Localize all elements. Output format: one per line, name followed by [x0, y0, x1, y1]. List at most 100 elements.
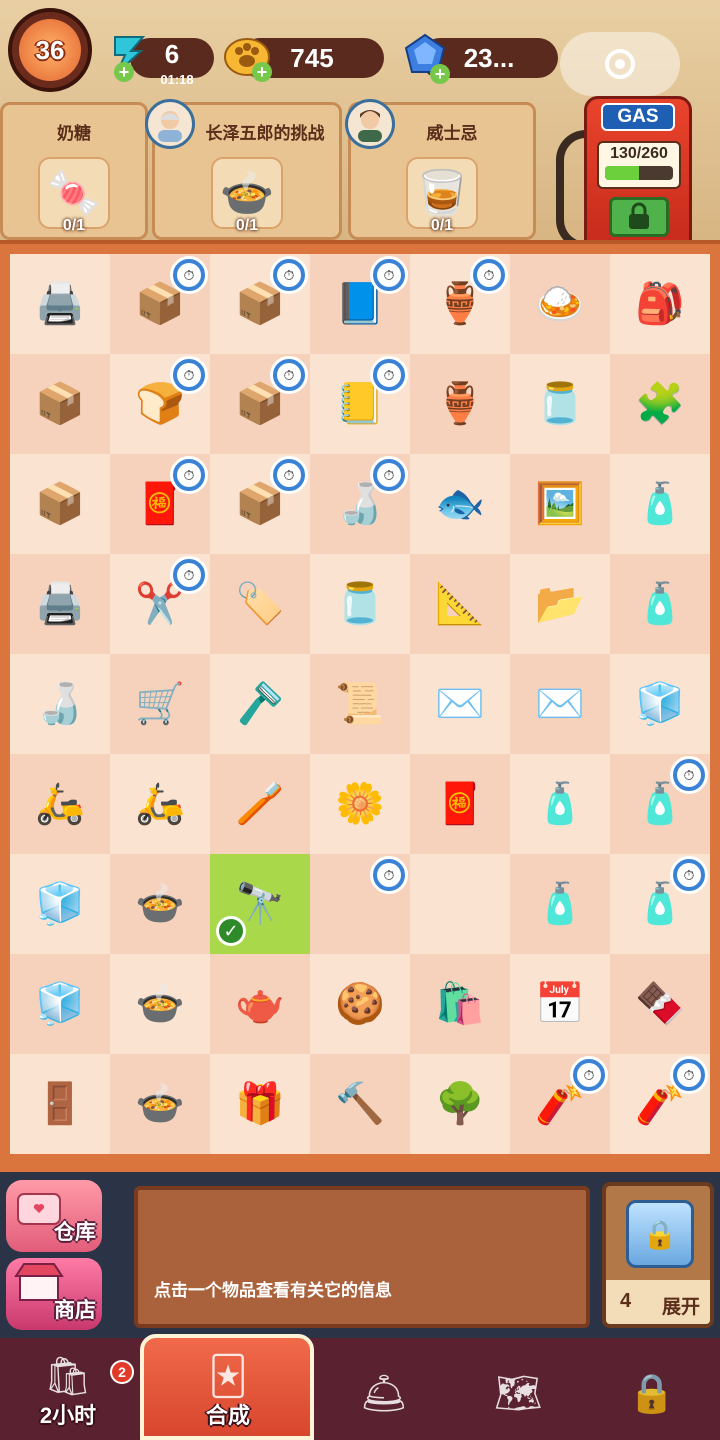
- board-cell[interactable]: 🧴: [610, 554, 710, 654]
- coins-plus-icon[interactable]: +: [252, 62, 272, 82]
- board-cell[interactable]: 🫙: [510, 354, 610, 454]
- board-cell[interactable]: 🧨 ⏱: [610, 1054, 710, 1154]
- board-cell[interactable]: 🪥: [210, 754, 310, 854]
- merge-item[interactable]: 🖼️: [522, 468, 598, 540]
- board-cell[interactable]: 🧩: [610, 354, 710, 454]
- merge-item[interactable]: 🛵: [122, 768, 198, 840]
- nav-tab-map[interactable]: 🗺: [458, 1348, 578, 1440]
- board-cell[interactable]: 📅: [510, 954, 610, 1054]
- menu-capsule[interactable]: [560, 32, 680, 96]
- board-cell[interactable]: 🍲: [110, 954, 210, 1054]
- board-cell[interactable]: 🔨: [310, 1054, 410, 1154]
- board-cell[interactable]: 🍶 ⏱: [310, 454, 410, 554]
- board-cell[interactable]: 📦 ⏱: [210, 254, 310, 354]
- gems-plus-icon[interactable]: +: [430, 64, 450, 84]
- board-cell[interactable]: 🧊: [10, 954, 110, 1054]
- board-cell[interactable]: 🚪: [10, 1054, 110, 1154]
- merge-item[interactable]: 🔨: [322, 1068, 398, 1140]
- board-cell[interactable]: ✉️: [510, 654, 610, 754]
- merge-item[interactable]: 🍪: [322, 968, 398, 1040]
- merge-item[interactable]: 📐: [422, 568, 498, 640]
- board-cell[interactable]: 🧊: [10, 854, 110, 954]
- board-cell[interactable]: 🏺 ⏱: [410, 254, 510, 354]
- board-cell[interactable]: ⏱: [310, 854, 410, 954]
- shop-button[interactable]: 商店: [6, 1258, 102, 1330]
- board-cell[interactable]: 🍞 ⏱: [110, 354, 210, 454]
- merge-item[interactable]: 🐟: [422, 468, 498, 540]
- board-cell[interactable]: 🏺: [410, 354, 510, 454]
- merge-item[interactable]: 🧴: [522, 868, 598, 940]
- board-cell[interactable]: 🎒: [610, 254, 710, 354]
- merge-item[interactable]: 🧴: [622, 468, 698, 540]
- merge-item[interactable]: 🍶: [22, 668, 98, 740]
- board-cell[interactable]: 🧴: [610, 454, 710, 554]
- merge-item[interactable]: 🛒: [122, 668, 198, 740]
- merge-item[interactable]: 🛵: [22, 768, 98, 840]
- gas-pump[interactable]: GAS 130/260: [584, 96, 692, 252]
- merge-item[interactable]: ✉️: [422, 668, 498, 740]
- merge-item[interactable]: 🪒: [222, 668, 298, 740]
- board-cell[interactable]: 🛵: [10, 754, 110, 854]
- merge-item[interactable]: 🌼: [322, 768, 398, 840]
- nav-tab-merge[interactable]: 🃏 合成: [168, 1348, 288, 1440]
- board-cell[interactable]: 🐟: [410, 454, 510, 554]
- board-cell[interactable]: 🛵: [110, 754, 210, 854]
- board-cell[interactable]: 🖨️: [10, 554, 110, 654]
- order-card[interactable]: 奶糖 🍬 0/1: [0, 102, 148, 240]
- board-cell[interactable]: 🍛: [510, 254, 610, 354]
- board-cell[interactable]: 🍫: [610, 954, 710, 1054]
- merge-item[interactable]: 🧴: [522, 768, 598, 840]
- board-cell[interactable]: 🏷️: [210, 554, 310, 654]
- board-cell[interactable]: [410, 854, 510, 954]
- merge-item[interactable]: 🫙: [322, 568, 398, 640]
- nav-tab-orders[interactable]: 🛍 2小时 2: [8, 1348, 134, 1440]
- board-cell[interactable]: 📦 ⏱: [210, 354, 310, 454]
- board-cell[interactable]: 🧴 ⏱: [610, 754, 710, 854]
- board-cell[interactable]: 🍪: [310, 954, 410, 1054]
- board-cell[interactable]: 🍲: [110, 854, 210, 954]
- merge-item[interactable]: 🪥: [222, 768, 298, 840]
- board-cell[interactable]: 📦 ⏱: [110, 254, 210, 354]
- board-cell[interactable]: 🔭 ✓: [210, 854, 310, 954]
- board-cell[interactable]: 🧨 ⏱: [510, 1054, 610, 1154]
- merge-item[interactable]: 📅: [522, 968, 598, 1040]
- board-cell[interactable]: 🖨️: [10, 254, 110, 354]
- board-cell[interactable]: 🧊: [610, 654, 710, 754]
- board-cell[interactable]: 🛒: [110, 654, 210, 754]
- merge-item[interactable]: 📜: [322, 668, 398, 740]
- board-cell[interactable]: 🍶: [10, 654, 110, 754]
- board-cell[interactable]: 🍲: [110, 1054, 210, 1154]
- nav-tab-service[interactable]: 🛎: [324, 1348, 444, 1440]
- merge-item[interactable]: 🎁: [222, 1068, 298, 1140]
- board-cell[interactable]: 📂: [510, 554, 610, 654]
- board-cell[interactable]: 📦: [10, 354, 110, 454]
- board-cell[interactable]: ✉️: [410, 654, 510, 754]
- board-cell[interactable]: 📐: [410, 554, 510, 654]
- cash-lock-icon[interactable]: [609, 197, 669, 237]
- energy-plus-icon[interactable]: +: [114, 62, 134, 82]
- merge-item[interactable]: 🍲: [122, 968, 198, 1040]
- merge-item[interactable]: 🧧: [422, 768, 498, 840]
- merge-item[interactable]: 🧊: [22, 968, 98, 1040]
- board-cell[interactable]: ✂️ ⏱: [110, 554, 210, 654]
- merge-item[interactable]: 🧴: [622, 568, 698, 640]
- board-cell[interactable]: 🧧: [410, 754, 510, 854]
- board-cell[interactable]: 🪒: [210, 654, 310, 754]
- board-cell[interactable]: 📦 ⏱: [210, 454, 310, 554]
- warehouse-button[interactable]: 仓库: [6, 1180, 102, 1252]
- merge-item[interactable]: 🏺: [422, 368, 498, 440]
- board-cell[interactable]: 🫖: [210, 954, 310, 1054]
- board-cell[interactable]: 🫙: [310, 554, 410, 654]
- merge-item[interactable]: 🍛: [522, 268, 598, 340]
- board-cell[interactable]: 🧴: [510, 854, 610, 954]
- board-cell[interactable]: 🧴 ⏱: [610, 854, 710, 954]
- merge-item[interactable]: 🧊: [22, 868, 98, 940]
- board-cell[interactable]: 🌼: [310, 754, 410, 854]
- order-card[interactable]: 长泽五郎的挑战 🍲 0/1: [145, 99, 342, 240]
- board-cell[interactable]: 🖼️: [510, 454, 610, 554]
- merge-item[interactable]: 📦: [22, 368, 98, 440]
- merge-item[interactable]: 🖨️: [22, 268, 98, 340]
- merge-item[interactable]: ✉️: [522, 668, 598, 740]
- board-cell[interactable]: 🌳: [410, 1054, 510, 1154]
- board-cell[interactable]: 📦: [10, 454, 110, 554]
